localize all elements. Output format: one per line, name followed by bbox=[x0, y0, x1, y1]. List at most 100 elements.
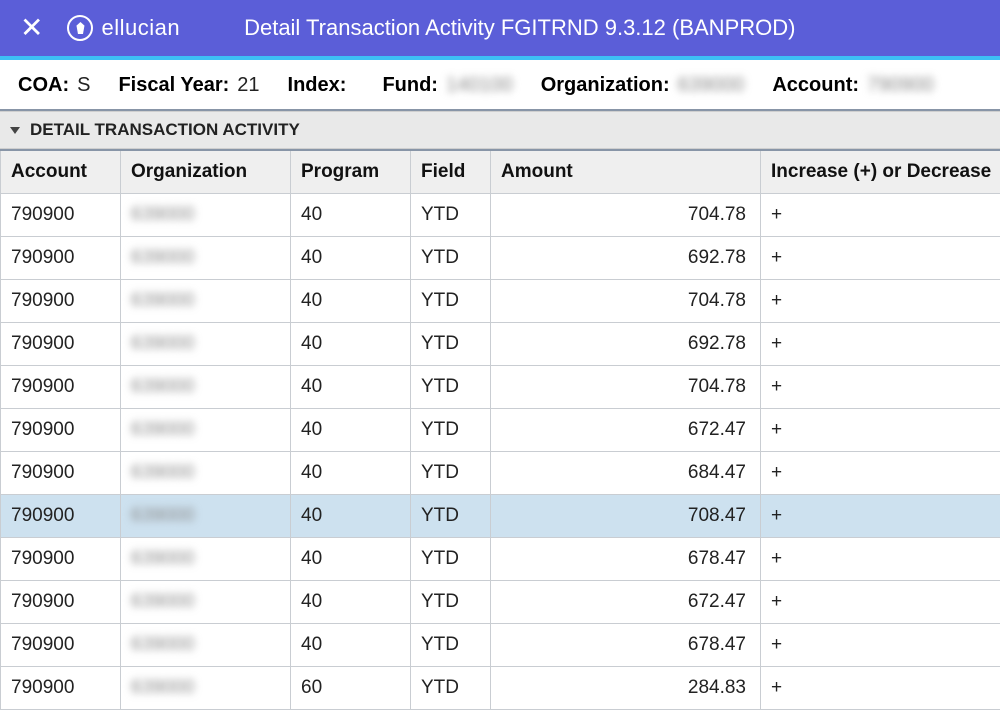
table-header-row: Account Organization Program Field Amoun… bbox=[1, 150, 1000, 194]
cell-program[interactable]: 40 bbox=[291, 452, 411, 495]
cell-organization[interactable]: 639000 bbox=[121, 366, 291, 409]
cell-amount[interactable]: 692.78 bbox=[491, 237, 761, 280]
table-row[interactable]: 79090063900040YTD704.78+ bbox=[1, 194, 1000, 237]
cell-amount[interactable]: 678.47 bbox=[491, 538, 761, 581]
cell-incdec[interactable]: + bbox=[761, 452, 1000, 495]
app-header: ✕ ellucian Detail Transaction Activity F… bbox=[0, 0, 1000, 56]
cell-account[interactable]: 790900 bbox=[1, 495, 121, 538]
cell-program[interactable]: 40 bbox=[291, 237, 411, 280]
cell-account[interactable]: 790900 bbox=[1, 538, 121, 581]
cell-account[interactable]: 790900 bbox=[1, 452, 121, 495]
cell-organization[interactable]: 639000 bbox=[121, 495, 291, 538]
cell-program[interactable]: 40 bbox=[291, 323, 411, 366]
cell-program[interactable]: 40 bbox=[291, 366, 411, 409]
param-fund: Fund: 140100 bbox=[382, 74, 512, 97]
cell-amount[interactable]: 704.78 bbox=[491, 194, 761, 237]
cell-incdec[interactable]: + bbox=[761, 323, 1000, 366]
cell-organization[interactable]: 639000 bbox=[121, 624, 291, 667]
cell-amount[interactable]: 672.47 bbox=[491, 409, 761, 452]
cell-organization[interactable]: 639000 bbox=[121, 452, 291, 495]
table-row[interactable]: 79090063900040YTD672.47+ bbox=[1, 581, 1000, 624]
cell-program[interactable]: 40 bbox=[291, 194, 411, 237]
cell-organization[interactable]: 639000 bbox=[121, 538, 291, 581]
table-row[interactable]: 79090063900040YTD704.78+ bbox=[1, 366, 1000, 409]
cell-field[interactable]: YTD bbox=[411, 667, 491, 710]
cell-account[interactable]: 790900 bbox=[1, 409, 121, 452]
cell-account[interactable]: 790900 bbox=[1, 237, 121, 280]
table-row[interactable]: 79090063900040YTD678.47+ bbox=[1, 624, 1000, 667]
cell-field[interactable]: YTD bbox=[411, 237, 491, 280]
table-row[interactable]: 79090063900040YTD704.78+ bbox=[1, 280, 1000, 323]
cell-amount[interactable]: 708.47 bbox=[491, 495, 761, 538]
table-row[interactable]: 79090063900040YTD672.47+ bbox=[1, 409, 1000, 452]
cell-amount[interactable]: 704.78 bbox=[491, 366, 761, 409]
cell-incdec[interactable]: + bbox=[761, 409, 1000, 452]
cell-account[interactable]: 790900 bbox=[1, 624, 121, 667]
cell-account[interactable]: 790900 bbox=[1, 667, 121, 710]
brand: ellucian bbox=[67, 15, 180, 41]
cell-incdec[interactable]: + bbox=[761, 581, 1000, 624]
cell-organization[interactable]: 639000 bbox=[121, 323, 291, 366]
param-coa: COA: S bbox=[18, 74, 90, 97]
cell-field[interactable]: YTD bbox=[411, 366, 491, 409]
table-row[interactable]: 79090063900040YTD708.47+ bbox=[1, 495, 1000, 538]
cell-organization[interactable]: 639000 bbox=[121, 237, 291, 280]
cell-account[interactable]: 790900 bbox=[1, 280, 121, 323]
cell-incdec[interactable]: + bbox=[761, 194, 1000, 237]
cell-field[interactable]: YTD bbox=[411, 409, 491, 452]
table-row[interactable]: 79090063900040YTD684.47+ bbox=[1, 452, 1000, 495]
col-incdec[interactable]: Increase (+) or Decrease bbox=[761, 150, 1000, 194]
cell-program[interactable]: 40 bbox=[291, 495, 411, 538]
cell-program[interactable]: 40 bbox=[291, 538, 411, 581]
col-field[interactable]: Field bbox=[411, 150, 491, 194]
cell-amount[interactable]: 692.78 bbox=[491, 323, 761, 366]
collapse-icon[interactable] bbox=[10, 127, 20, 134]
cell-organization[interactable]: 639000 bbox=[121, 409, 291, 452]
cell-program[interactable]: 40 bbox=[291, 409, 411, 452]
table-row[interactable]: 79090063900040YTD692.78+ bbox=[1, 323, 1000, 366]
table-row[interactable]: 79090063900040YTD678.47+ bbox=[1, 538, 1000, 581]
cell-incdec[interactable]: + bbox=[761, 624, 1000, 667]
cell-amount[interactable]: 678.47 bbox=[491, 624, 761, 667]
cell-organization[interactable]: 639000 bbox=[121, 581, 291, 624]
cell-amount[interactable]: 284.83 bbox=[491, 667, 761, 710]
brand-name: ellucian bbox=[101, 15, 180, 41]
col-amount[interactable]: Amount bbox=[491, 150, 761, 194]
table-row[interactable]: 79090063900060YTD284.83+ bbox=[1, 667, 1000, 710]
cell-organization[interactable]: 639000 bbox=[121, 194, 291, 237]
cell-incdec[interactable]: + bbox=[761, 667, 1000, 710]
cell-incdec[interactable]: + bbox=[761, 495, 1000, 538]
col-organization[interactable]: Organization bbox=[121, 150, 291, 194]
cell-incdec[interactable]: + bbox=[761, 538, 1000, 581]
cell-field[interactable]: YTD bbox=[411, 280, 491, 323]
param-account: Account: 790900 bbox=[772, 74, 933, 97]
cell-field[interactable]: YTD bbox=[411, 581, 491, 624]
cell-program[interactable]: 60 bbox=[291, 667, 411, 710]
col-program[interactable]: Program bbox=[291, 150, 411, 194]
cell-program[interactable]: 40 bbox=[291, 581, 411, 624]
cell-field[interactable]: YTD bbox=[411, 495, 491, 538]
cell-program[interactable]: 40 bbox=[291, 280, 411, 323]
cell-field[interactable]: YTD bbox=[411, 194, 491, 237]
cell-incdec[interactable]: + bbox=[761, 237, 1000, 280]
cell-amount[interactable]: 704.78 bbox=[491, 280, 761, 323]
cell-account[interactable]: 790900 bbox=[1, 194, 121, 237]
cell-field[interactable]: YTD bbox=[411, 323, 491, 366]
cell-organization[interactable]: 639000 bbox=[121, 280, 291, 323]
page-title: Detail Transaction Activity FGITRND 9.3.… bbox=[244, 15, 795, 41]
col-account[interactable]: Account bbox=[1, 150, 121, 194]
cell-account[interactable]: 790900 bbox=[1, 323, 121, 366]
close-icon[interactable]: ✕ bbox=[20, 14, 43, 42]
cell-incdec[interactable]: + bbox=[761, 280, 1000, 323]
table-row[interactable]: 79090063900040YTD692.78+ bbox=[1, 237, 1000, 280]
cell-amount[interactable]: 684.47 bbox=[491, 452, 761, 495]
cell-account[interactable]: 790900 bbox=[1, 581, 121, 624]
cell-organization[interactable]: 639000 bbox=[121, 667, 291, 710]
cell-field[interactable]: YTD bbox=[411, 452, 491, 495]
cell-field[interactable]: YTD bbox=[411, 538, 491, 581]
cell-account[interactable]: 790900 bbox=[1, 366, 121, 409]
cell-incdec[interactable]: + bbox=[761, 366, 1000, 409]
cell-amount[interactable]: 672.47 bbox=[491, 581, 761, 624]
cell-program[interactable]: 40 bbox=[291, 624, 411, 667]
cell-field[interactable]: YTD bbox=[411, 624, 491, 667]
